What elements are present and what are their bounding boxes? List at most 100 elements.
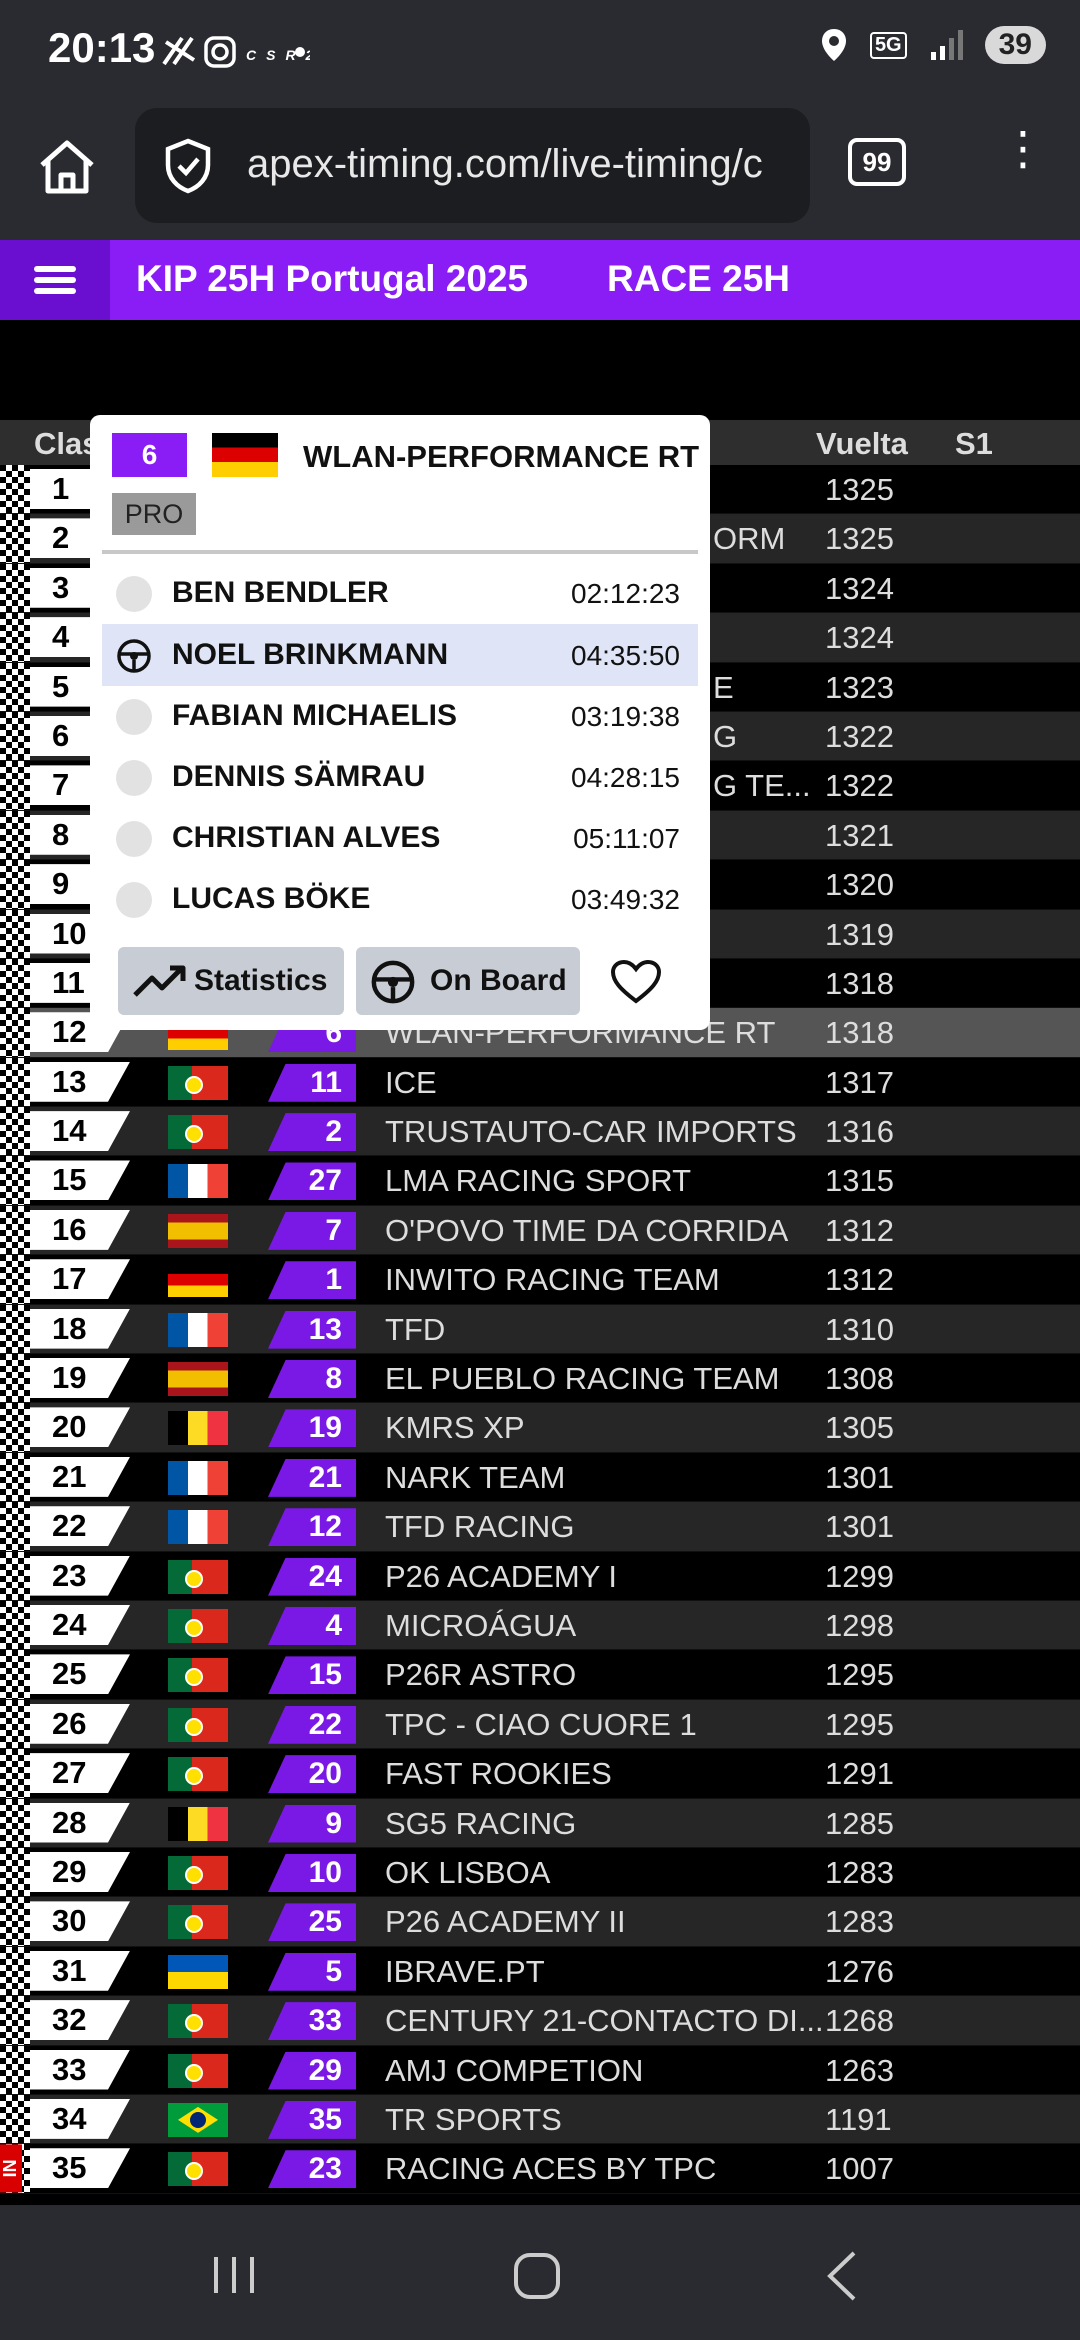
table-row[interactable]: 22 12 TFD RACING 1301 (0, 1502, 1080, 1552)
team-name[interactable]: TRUSTAUTO-CAR IMPORTS (385, 1114, 797, 1150)
lap-count: 1322 (825, 718, 894, 754)
table-row[interactable]: 25 15 P26R ASTRO 1295 (0, 1650, 1080, 1700)
team-name[interactable]: FAST ROOKIES (385, 1756, 612, 1792)
country-flag-icon (168, 1608, 228, 1643)
table-row[interactable]: 33 29 AMJ COMPETION 1263 (0, 2045, 1080, 2095)
table-row[interactable]: 20 19 KMRS XP 1305 (0, 1403, 1080, 1453)
recent-apps-icon[interactable] (210, 2253, 258, 2297)
lap-count: 1291 (825, 1756, 894, 1792)
team-name[interactable]: TFD (385, 1312, 445, 1348)
back-icon[interactable] (822, 2249, 862, 2303)
table-row[interactable]: 34 35 TR SPORTS 1191 (0, 2094, 1080, 2145)
team-name[interactable]: TFD RACING (385, 1509, 574, 1545)
driver-row[interactable]: FABIAN MICHAELIS 03:19:38 (102, 685, 698, 747)
security-shield-icon[interactable] (163, 138, 213, 194)
table-row[interactable]: 16 7 O'POVO TIME DA CORRIDA 1312 (0, 1205, 1080, 1256)
column-header-vuelta[interactable]: Vuelta (816, 426, 908, 462)
url-text[interactable]: apex-timing.com/live-timing/c (247, 142, 763, 187)
team-name[interactable]: KMRS XP (385, 1410, 525, 1446)
table-row[interactable]: 18 13 TFD 1310 (0, 1304, 1080, 1355)
team-name[interactable]: P26 ACADEMY II (385, 1904, 626, 1940)
team-name[interactable]: INWITO RACING TEAM (385, 1262, 720, 1298)
team-name[interactable]: P26R ASTRO (385, 1657, 576, 1693)
team-name[interactable]: OK LISBOA (385, 1855, 550, 1891)
checkered-flag-icon (0, 2045, 30, 2094)
table-row[interactable]: 28 9 SG5 RACING 1285 (0, 1798, 1080, 1848)
team-name[interactable]: IBRAVE.PT (385, 1954, 545, 1990)
position: 30 (30, 1901, 130, 1942)
home-icon[interactable] (36, 135, 98, 197)
driver-name: CHRISTIAN ALVES (172, 821, 441, 854)
lap-count: 1295 (825, 1657, 894, 1693)
country-flag-icon (168, 1905, 228, 1940)
team-name[interactable]: LMA RACING SPORT (385, 1163, 691, 1199)
car-number: 1 (268, 1261, 356, 1300)
on-board-button[interactable]: On Board (356, 947, 580, 1015)
table-row[interactable]: IN 35 23 RACING ACES BY TPC 1007 (0, 2144, 1080, 2194)
table-row[interactable]: 24 4 MICROÁGUA 1298 (0, 1600, 1080, 1651)
table-row[interactable]: 23 24 P26 ACADEMY I 1299 (0, 1551, 1080, 1601)
car-number: 19 (268, 1409, 356, 1448)
table-row[interactable]: 14 2 TRUSTAUTO-CAR IMPORTS 1316 (0, 1107, 1080, 1157)
lap-count: 1325 (825, 472, 894, 507)
table-row[interactable]: 27 20 FAST ROOKIES 1291 (0, 1749, 1080, 1799)
driver-row[interactable]: DENNIS SÄMRAU 04:28:15 (102, 746, 698, 808)
favorite-heart-icon[interactable] (610, 959, 662, 1005)
driver-row[interactable]: BEN BENDLER 02:12:23 (102, 562, 698, 624)
table-row[interactable]: 30 25 P26 ACADEMY II 1283 (0, 1897, 1080, 1947)
driver-row[interactable]: CHRISTIAN ALVES 05:11:07 (102, 807, 698, 869)
driver-name: DENNIS SÄMRAU (172, 760, 426, 793)
table-row[interactable]: 21 21 NARK TEAM 1301 (0, 1452, 1080, 1503)
notification-icon-group: CSR2 (162, 36, 313, 68)
team-name[interactable]: RACING ACES BY TPC (385, 2151, 716, 2187)
car-number: 24 (268, 1557, 356, 1596)
table-row[interactable]: 19 8 EL PUEBLO RACING TEAM 1308 (0, 1354, 1080, 1404)
team-name[interactable]: ICE (385, 1065, 437, 1101)
column-header-s1[interactable]: S1 (955, 426, 993, 462)
table-row[interactable]: 13 11 ICE 1317 (0, 1057, 1080, 1108)
driver-row-active[interactable]: NOEL BRINKMANN 04:35:50 (102, 624, 698, 686)
position: 13 (30, 1061, 130, 1102)
statistics-button[interactable]: Statistics (118, 947, 344, 1015)
team-name[interactable]: TR SPORTS (385, 2102, 562, 2138)
country-flag-icon (168, 2102, 228, 2137)
lap-count: 1263 (825, 2052, 894, 2088)
team-name[interactable]: P26 ACADEMY I (385, 1559, 617, 1595)
clock: 20:13 (48, 24, 156, 71)
car-number: 20 (268, 1755, 356, 1794)
table-row[interactable]: 15 27 LMA RACING SPORT 1315 (0, 1156, 1080, 1206)
lap-count: 1276 (825, 1953, 894, 1989)
table-row[interactable]: 32 33 CENTURY 21-CONTACTO DI... 1268 (0, 1996, 1080, 2046)
position: 21 (30, 1456, 130, 1497)
address-bar[interactable]: apex-timing.com/live-timing/c (135, 108, 810, 223)
checkered-flag-icon (0, 1107, 30, 1156)
team-name[interactable]: NARK TEAM (385, 1460, 565, 1496)
position: 24 (30, 1604, 130, 1645)
team-name[interactable]: AMJ COMPETION (385, 2053, 643, 2089)
team-name[interactable]: SG5 RACING (385, 1806, 576, 1842)
table-row[interactable]: 29 10 OK LISBOA 1283 (0, 1847, 1080, 1898)
checkered-flag-icon (0, 1600, 30, 1650)
checkered-flag-icon (0, 1749, 30, 1798)
checkered-flag-icon (0, 1502, 30, 1551)
table-row[interactable]: 31 5 IBRAVE.PT 1276 (0, 1946, 1080, 1997)
country-flag-icon (168, 1806, 228, 1841)
team-name[interactable]: O'POVO TIME DA CORRIDA (385, 1213, 788, 1249)
more-options-icon[interactable]: ⋮ (1000, 125, 1046, 199)
team-name[interactable]: EL PUEBLO RACING TEAM (385, 1361, 780, 1397)
checkered-flag-icon (0, 860, 30, 909)
home-nav-icon[interactable] (512, 2251, 562, 2301)
driver-row[interactable]: LUCAS BÖKE 03:49:32 (102, 868, 698, 930)
checkered-flag-icon (0, 1946, 30, 1996)
table-row[interactable]: 26 22 TPC - CIAO CUORE 1 1295 (0, 1699, 1080, 1750)
team-details-popup: 6 WLAN-PERFORMANCE RT PRO BEN BENDLER 02… (90, 415, 710, 1030)
hamburger-menu-icon[interactable] (0, 240, 110, 320)
team-name[interactable]: TPC - CIAO CUORE 1 (385, 1707, 697, 1743)
table-row[interactable]: 17 1 INWITO RACING TEAM 1312 (0, 1255, 1080, 1305)
country-flag-icon (168, 1954, 228, 1989)
team-name[interactable]: CENTURY 21-CONTACTO DI... (385, 2003, 824, 2039)
helmet-icon (116, 882, 152, 918)
driver-time: 03:19:38 (571, 701, 680, 732)
team-name[interactable]: MICROÁGUA (385, 1608, 576, 1644)
tab-switcher-button[interactable]: 99 (848, 138, 906, 186)
